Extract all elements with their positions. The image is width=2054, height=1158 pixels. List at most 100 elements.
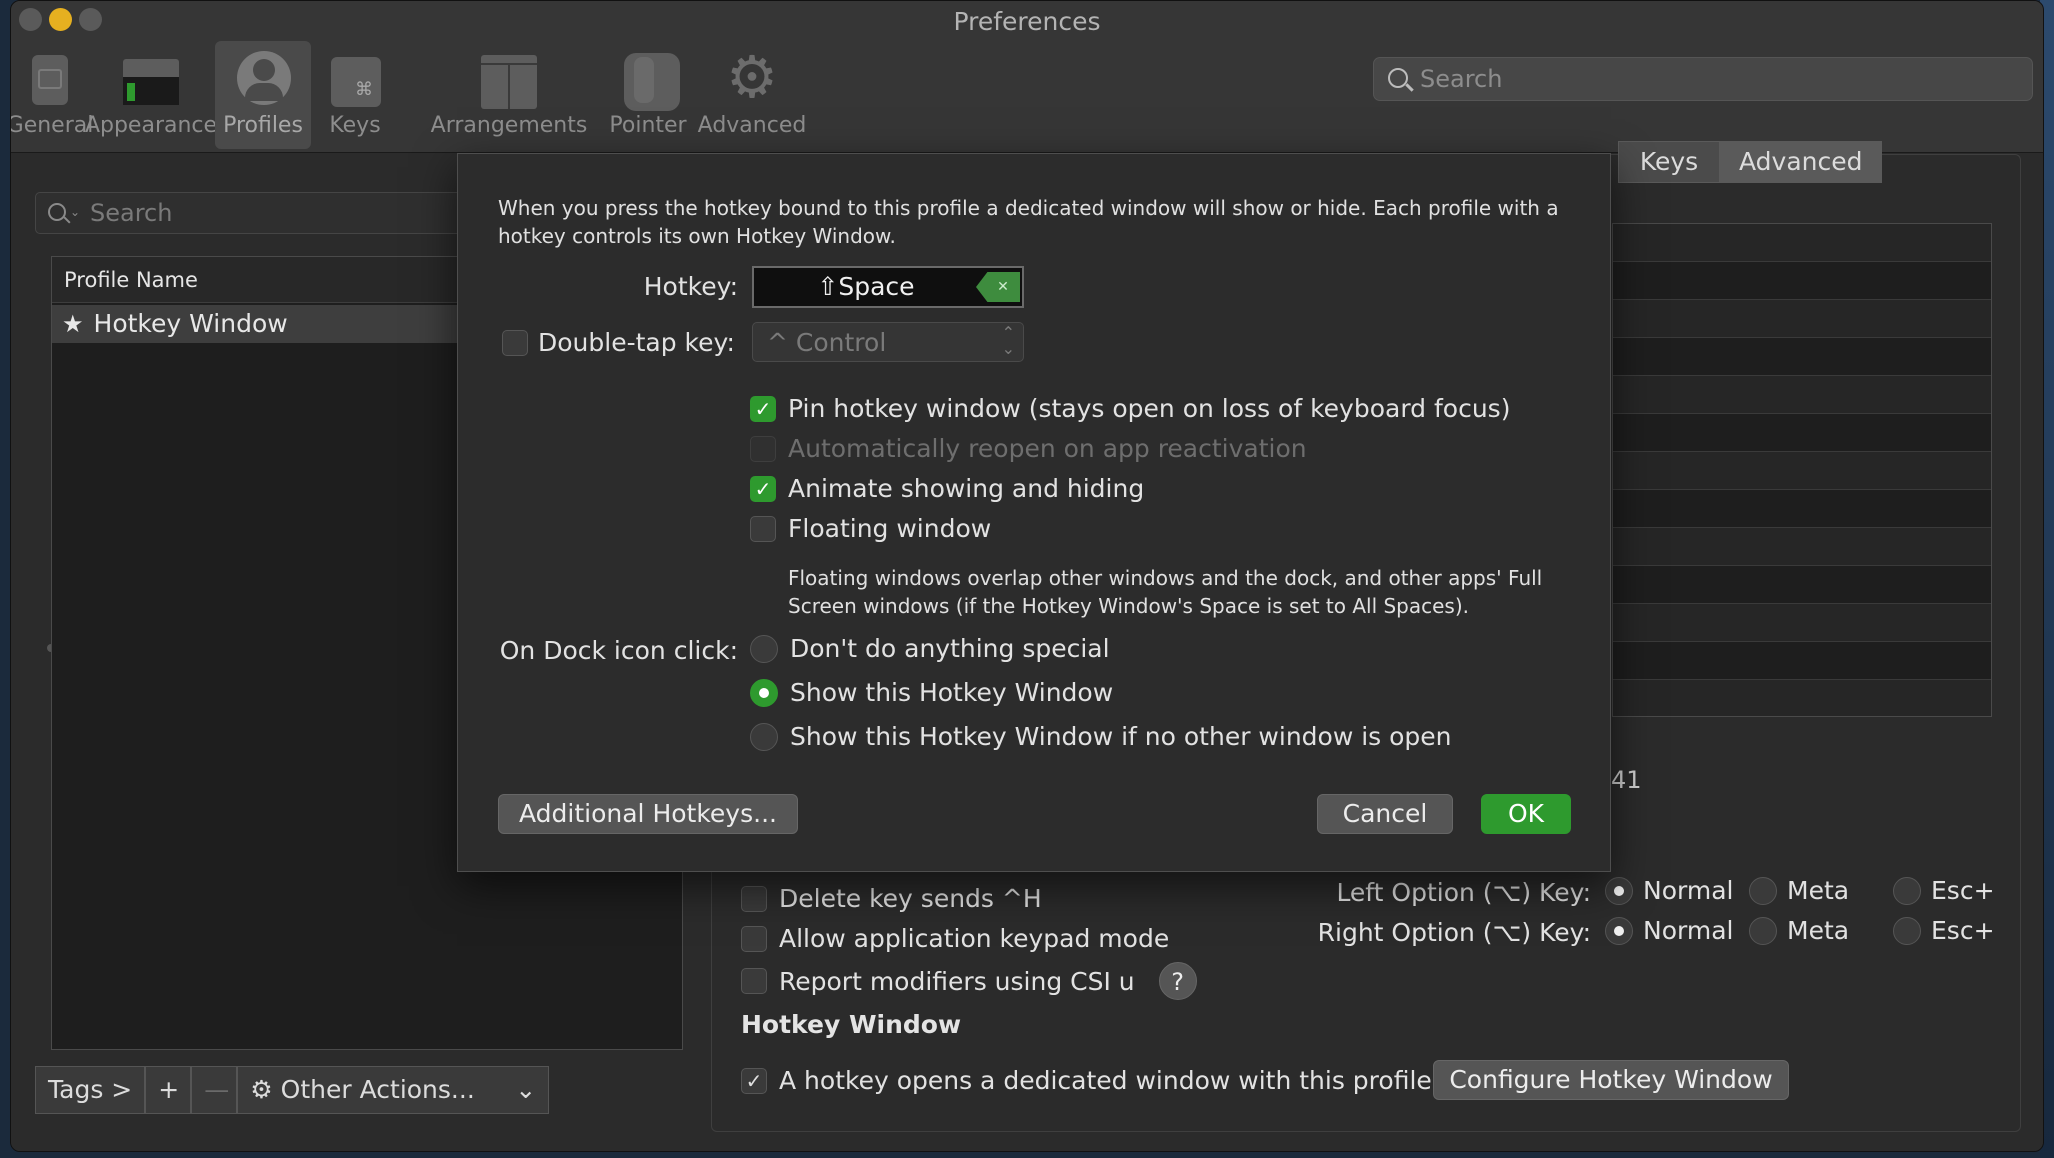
hotkey-label: Hotkey: (643, 272, 738, 301)
table-row (1613, 300, 1991, 338)
profile-name: Hotkey Window (93, 309, 288, 338)
search-placeholder: Search (90, 199, 173, 227)
hotkey-recorder-field[interactable]: ⇧Space ✕ (752, 266, 1024, 308)
other-actions-menu[interactable]: ⚙ Other Actions... ⌄ (237, 1066, 550, 1114)
checkbox[interactable]: ✓ (741, 1067, 767, 1094)
report-modifiers-checkbox[interactable]: Report modifiers using CSI u ? (741, 962, 1197, 1000)
toolbar-arrangements[interactable]: Arrangements (431, 41, 587, 149)
toolbar-label: Advanced (697, 113, 807, 138)
radio[interactable] (1605, 916, 1633, 945)
auto-reopen-checkbox[interactable]: Automatically reopen on app reactivation (750, 434, 1307, 463)
toolbar-advanced[interactable]: ⚙ Advanced (697, 41, 807, 149)
profile-list-toolbar: Tags > + — ⚙ Other Actions... ⌄ (35, 1066, 550, 1114)
hotkey-window-sheet: When you press the hotkey bound to this … (457, 153, 1611, 872)
checkbox-label: Allow application keypad mode (779, 924, 1170, 953)
configure-hotkey-window-button[interactable]: Configure Hotkey Window (1433, 1060, 1789, 1100)
radio[interactable] (1749, 916, 1777, 945)
toolbar-general[interactable]: General (11, 41, 93, 149)
chevron-down-icon: ⌄ (70, 205, 81, 219)
radio[interactable] (1749, 876, 1777, 905)
left-option-meta-radio[interactable]: Meta (1749, 876, 1849, 905)
tags-button[interactable]: Tags > (35, 1066, 146, 1114)
radio-label: Don't do anything special (790, 634, 1110, 663)
checkbox[interactable] (750, 435, 776, 462)
preferences-search-input[interactable]: Search (1373, 57, 2033, 101)
left-option-esc-radio[interactable]: Esc+ (1893, 876, 1995, 905)
hotkey-opens-window-checkbox[interactable]: ✓ A hotkey opens a dedicated window with… (741, 1066, 1440, 1095)
keypad-mode-checkbox[interactable]: Allow application keypad mode (741, 924, 1169, 953)
select-value: ^ Control (767, 328, 887, 357)
add-profile-button[interactable]: + (145, 1066, 192, 1114)
checkbox-label: Automatically reopen on app reactivation (788, 434, 1307, 463)
radio[interactable] (750, 634, 778, 663)
table-row (1613, 338, 1991, 376)
remove-profile-button[interactable]: — (191, 1066, 238, 1114)
radio[interactable] (750, 722, 778, 751)
radio[interactable] (1605, 876, 1633, 905)
radio-label: Esc+ (1931, 916, 1995, 945)
checkbox[interactable] (502, 329, 528, 356)
chevron-down-icon: ⌄ (515, 1075, 537, 1104)
tab-keys[interactable]: Keys (1618, 141, 1720, 183)
tab-advanced[interactable]: Advanced (1720, 141, 1882, 183)
checkbox-label: Animate showing and hiding (788, 474, 1145, 503)
radio-label: Normal (1643, 876, 1734, 905)
star-icon: ★ (62, 310, 84, 338)
gear-icon: ⚙ (726, 43, 778, 111)
toolbar-profiles[interactable]: Profiles (215, 41, 311, 149)
checkbox[interactable] (741, 925, 767, 952)
search-placeholder: Search (1420, 65, 1503, 93)
titlebar: Preferences General Appearance Profiles (11, 1, 2043, 153)
pin-hotkey-window-checkbox[interactable]: ✓ Pin hotkey window (stays open on loss … (750, 394, 1510, 423)
radio-label: Show this Hotkey Window (790, 678, 1114, 707)
help-button[interactable]: ? (1158, 962, 1197, 1000)
animate-showing-checkbox[interactable]: ✓ Animate showing and hiding (750, 474, 1144, 503)
double-tap-checkbox[interactable]: Double-tap key: (502, 328, 735, 357)
checkbox[interactable] (750, 515, 776, 542)
toolbar-label: Appearance (84, 113, 218, 138)
clear-hotkey-icon[interactable]: ✕ (976, 272, 1020, 302)
right-option-normal-radio[interactable]: Normal (1605, 916, 1733, 945)
left-option-normal-radio[interactable]: Normal (1605, 876, 1733, 905)
radio[interactable] (750, 678, 778, 707)
checkbox[interactable] (741, 885, 767, 912)
key-mappings-table[interactable] (1612, 223, 1992, 717)
checkbox[interactable] (741, 968, 767, 994)
table-row-partial-text: 41 (1611, 766, 1642, 794)
radio[interactable] (1893, 916, 1921, 945)
toolbar-pointer[interactable]: Pointer (603, 41, 693, 149)
floating-window-checkbox[interactable]: Floating window (750, 514, 991, 543)
radio[interactable] (1893, 876, 1921, 905)
checkbox[interactable]: ✓ (750, 395, 776, 422)
checkbox[interactable]: ✓ (750, 475, 776, 502)
right-option-meta-radio[interactable]: Meta (1749, 916, 1849, 945)
checkbox-label: Floating window (788, 514, 992, 543)
table-row (1613, 604, 1991, 642)
radio-label: Show this Hotkey Window if no other wind… (790, 722, 1452, 751)
checkbox-label: Delete key sends ^H (779, 884, 1042, 913)
dock-option-nothing-radio[interactable]: Don't do anything special (750, 634, 1110, 663)
right-option-label: Right Option (⌥) Key: (1317, 918, 1591, 947)
profile-search-input[interactable]: ⌄ Search (35, 192, 495, 234)
hotkey-window-section-title: Hotkey Window (741, 1010, 962, 1039)
appearance-icon (121, 49, 181, 109)
cancel-button[interactable]: Cancel (1317, 794, 1453, 834)
double-tap-key-select[interactable]: ^ Control ⌃ ⌄ (752, 322, 1024, 362)
search-icon (48, 203, 66, 221)
keys-icon: ⌘ (325, 49, 385, 109)
toolbar-appearance[interactable]: Appearance (85, 41, 217, 149)
additional-hotkeys-button[interactable]: Additional Hotkeys... (498, 794, 798, 834)
checkbox-label: Double-tap key: (538, 328, 735, 357)
table-row (1613, 490, 1991, 528)
sheet-description: When you press the hotkey bound to this … (498, 196, 1559, 248)
dock-option-show-window-radio[interactable]: Show this Hotkey Window (750, 678, 1113, 707)
dock-option-show-if-none-radio[interactable]: Show this Hotkey Window if no other wind… (750, 722, 1452, 751)
ok-button[interactable]: OK (1481, 794, 1571, 834)
right-option-esc-radio[interactable]: Esc+ (1893, 916, 1995, 945)
radio-label: Meta (1787, 876, 1850, 905)
delete-sends-h-checkbox[interactable]: Delete key sends ^H (741, 884, 1042, 913)
hotkey-value: ⇧Space (817, 272, 915, 301)
toolbar-keys[interactable]: ⌘ Keys (317, 41, 393, 149)
toolbar-label: Arrangements (430, 113, 588, 138)
gear-icon: ⚙ (250, 1075, 273, 1104)
